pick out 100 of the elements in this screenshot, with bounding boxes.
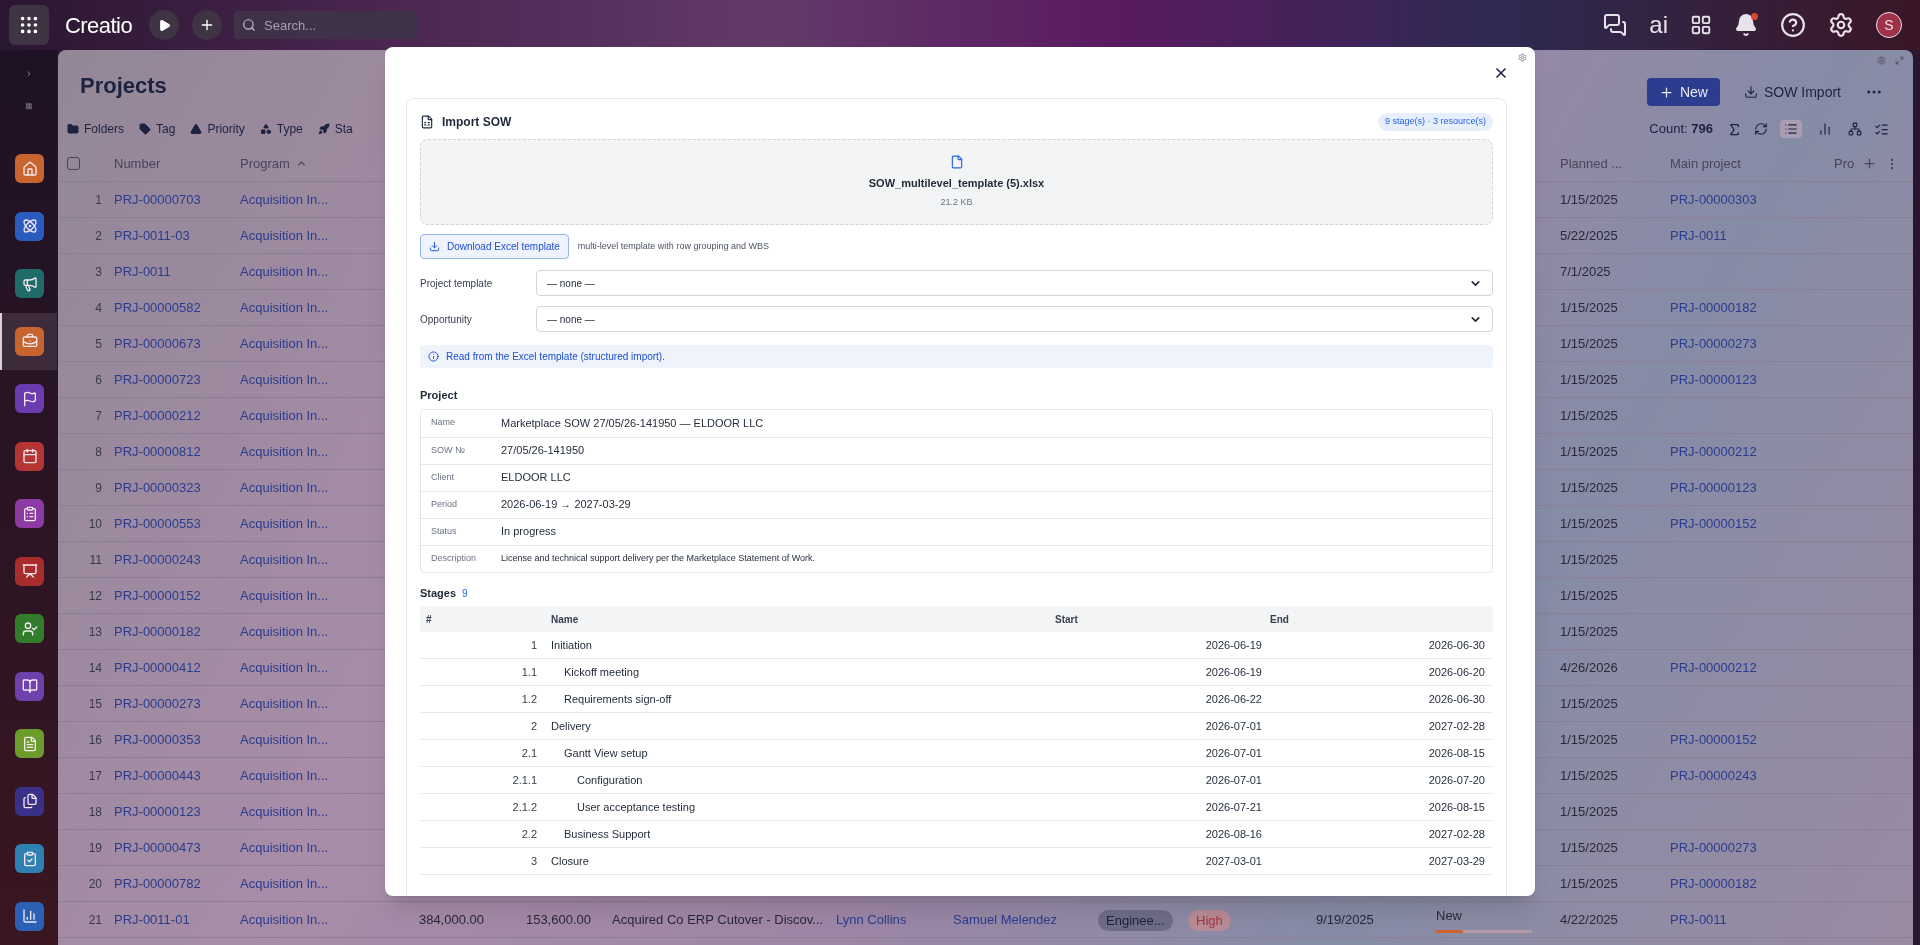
project-number-link[interactable]: PRJ-00000553	[106, 513, 232, 534]
project-number-link[interactable]: PRJ-00000473	[106, 837, 232, 858]
program-link[interactable]: Acquisition In...	[232, 837, 385, 858]
project-number-link[interactable]: PRJ-00000582	[106, 297, 232, 318]
column-header[interactable]: Pro	[1834, 153, 1855, 174]
project-number-link[interactable]: PRJ-00000812	[106, 441, 232, 462]
download-template-button[interactable]: Download Excel template	[420, 234, 569, 259]
filter-button[interactable]: Tag	[139, 120, 176, 138]
project-number-link[interactable]: PRJ-0011-01	[106, 909, 232, 930]
filter-button[interactable]: Type	[259, 120, 303, 138]
program-link[interactable]: Acquisition In...	[232, 189, 385, 210]
close-button[interactable]	[1493, 65, 1509, 81]
program-link[interactable]: Acquisition In...	[232, 873, 385, 894]
program-link[interactable]: Acquisition In...	[232, 477, 385, 498]
owner-link[interactable]: Samuel Melendez	[945, 909, 1090, 930]
main-project-link[interactable]: PRJ-00000212	[1662, 441, 1830, 462]
program-link[interactable]: Acquisition In...	[232, 261, 385, 282]
column-header[interactable]: Program	[232, 153, 385, 174]
program-link[interactable]: Acquisition In...	[232, 369, 385, 390]
project-number-link[interactable]: PRJ-00000323	[106, 477, 232, 498]
program-link[interactable]: Acquisition In...	[232, 585, 385, 606]
project-number-link[interactable]: PRJ-00000243	[106, 549, 232, 570]
program-link[interactable]: Acquisition In...	[232, 909, 385, 930]
program-link[interactable]: Acquisition In...	[232, 441, 385, 462]
search-field[interactable]: Search...	[234, 11, 419, 39]
app-logo[interactable]: Creatio	[65, 8, 133, 42]
add-button[interactable]	[192, 10, 223, 40]
main-project-link[interactable]: PRJ-00000152	[1662, 513, 1830, 534]
detail-label: Status	[430, 524, 458, 538]
project-number-link[interactable]: PRJ-00000443	[106, 765, 232, 786]
app-icon	[21, 505, 38, 522]
ai-button[interactable]: ai	[1649, 13, 1668, 37]
main-project-link[interactable]: PRJ-00000123	[1662, 369, 1830, 390]
checklist-icon[interactable]	[1874, 121, 1889, 137]
select-all-checkbox[interactable]	[67, 157, 80, 170]
hierarchy-icon[interactable]	[1848, 122, 1862, 136]
project-number-link[interactable]: PRJ-00000182	[106, 621, 232, 642]
filter-button[interactable]: Priority	[190, 120, 245, 138]
file-dropzone[interactable]: SOW_multilevel_template (5).xlsx 21.2 KB	[420, 139, 1493, 225]
main-project-link[interactable]: PRJ-00000212	[1662, 657, 1830, 678]
project-number-link[interactable]: PRJ-0011	[106, 261, 232, 282]
select-field[interactable]: — none —	[536, 270, 1493, 296]
table-cell-text: 9/19/2025	[1315, 910, 1375, 929]
filter-button[interactable]: Sta	[317, 120, 353, 138]
apps-menu-button[interactable]	[9, 5, 49, 45]
project-number-link[interactable]: PRJ-00000723	[106, 369, 232, 390]
refresh-icon[interactable]	[1754, 122, 1768, 136]
program-link[interactable]: Acquisition In...	[232, 333, 385, 354]
main-project-link[interactable]: PRJ-00000273	[1662, 837, 1830, 858]
column-header[interactable]: Main project	[1662, 153, 1830, 174]
sidebar-item[interactable]	[0, 312, 57, 370]
main-project-link[interactable]: PRJ-00000182	[1662, 873, 1830, 894]
project-number-link[interactable]: PRJ-00000273	[106, 693, 232, 714]
main-project-link[interactable]: PRJ-00000152	[1662, 729, 1830, 750]
project-number-link[interactable]: PRJ-00000673	[106, 333, 232, 354]
detail-value: In progress	[501, 524, 557, 540]
program-link[interactable]: Acquisition In...	[232, 405, 385, 426]
project-number-link[interactable]: PRJ-0011-03	[106, 225, 232, 246]
program-link[interactable]: Acquisition In...	[232, 513, 385, 534]
main-project-link[interactable]: PRJ-00000273	[1662, 333, 1830, 354]
main-project-link[interactable]: PRJ-00000243	[1662, 765, 1830, 786]
select-field[interactable]: — none —	[536, 306, 1493, 332]
project-number-link[interactable]: PRJ-00000412	[106, 657, 232, 678]
add-column-icon[interactable]	[1862, 156, 1878, 171]
manager-link[interactable]: Lynn Collins	[828, 909, 945, 930]
run-button[interactable]	[149, 10, 180, 40]
program-link[interactable]: Acquisition In...	[232, 621, 385, 642]
program-link[interactable]: Acquisition In...	[232, 693, 385, 714]
project-number-link[interactable]: PRJ-00000212	[106, 405, 232, 426]
user-avatar[interactable]: S	[1876, 12, 1902, 38]
main-project-link[interactable]: PRJ-00000123	[1662, 477, 1830, 498]
project-number-link[interactable]: PRJ-00000703	[106, 189, 232, 210]
column-header[interactable]: Planned ...	[1552, 153, 1662, 174]
program-link[interactable]: Acquisition In...	[232, 801, 385, 822]
row-number: 11	[88, 551, 103, 569]
main-project-link[interactable]: PRJ-00000182	[1662, 297, 1830, 318]
main-project-link[interactable]: PRJ-0011	[1662, 225, 1830, 246]
apps-icon[interactable]	[1690, 14, 1712, 36]
program-link[interactable]: Acquisition In...	[232, 657, 385, 678]
main-project-link[interactable]: PRJ-0011	[1662, 909, 1830, 930]
sum-icon[interactable]	[1727, 121, 1742, 137]
view-toggle[interactable]	[1780, 120, 1802, 138]
program-link[interactable]: Acquisition In...	[232, 549, 385, 570]
program-link[interactable]: Acquisition In...	[232, 297, 385, 318]
help-icon[interactable]	[1780, 12, 1806, 38]
program-link[interactable]: Acquisition In...	[232, 225, 385, 246]
column-header[interactable]: Number	[106, 153, 232, 174]
program-link[interactable]: Acquisition In...	[232, 729, 385, 750]
new-button[interactable]: New	[1646, 78, 1720, 106]
bell-icon[interactable]	[1734, 13, 1758, 37]
settings-icon[interactable]	[1828, 12, 1854, 38]
project-number-link[interactable]: PRJ-00000782	[106, 873, 232, 894]
main-project-link[interactable]: PRJ-00000303	[1662, 189, 1830, 210]
filter-button[interactable]: Folders	[67, 120, 124, 138]
project-number-link[interactable]: PRJ-00000123	[106, 801, 232, 822]
chat-icon[interactable]	[1603, 13, 1628, 37]
program-link[interactable]: Acquisition In...	[232, 765, 385, 786]
import-button[interactable]: SOW Import	[1738, 78, 1847, 106]
project-number-link[interactable]: PRJ-00000353	[106, 729, 232, 750]
project-number-link[interactable]: PRJ-00000152	[106, 585, 232, 606]
